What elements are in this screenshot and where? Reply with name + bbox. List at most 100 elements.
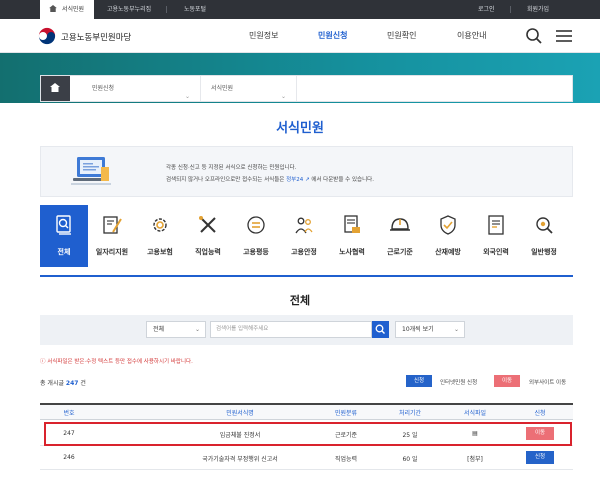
divider xyxy=(166,6,167,13)
gear-icon xyxy=(153,218,167,232)
notice-text: 검색되지 않거나 오프라인으로만 접수되는 서식들은 xyxy=(166,177,285,183)
category-label: 외국인력 xyxy=(483,248,509,256)
category-tab-labor-standards[interactable]: 근로기준 xyxy=(376,205,424,267)
menu-icon[interactable] xyxy=(555,27,573,45)
signup-link[interactable]: 회원가입 xyxy=(527,0,549,19)
selected-row-highlight xyxy=(44,422,572,446)
tab-label: 서식민원 xyxy=(62,6,85,13)
breadcrumb-dropdown-form-civil[interactable]: 서식민원 ⌄ xyxy=(201,76,297,101)
category-label: 전체 xyxy=(57,248,71,256)
nav-civil-apply[interactable]: 민원신청 xyxy=(318,30,347,41)
search-scope-select[interactable]: 전체 ⌄ xyxy=(146,321,206,338)
search-button[interactable] xyxy=(372,321,389,338)
pen-document-icon xyxy=(103,216,122,234)
category-tab-general-admin[interactable]: 일반행정 xyxy=(520,205,568,267)
column-header: 신청 xyxy=(534,410,546,417)
notice-text: 에서 다운받을 수 있습니다. xyxy=(311,177,374,183)
breadcrumb-label: 서식민원 xyxy=(211,85,234,92)
breadcrumb-label: 민원신청 xyxy=(92,85,115,92)
external-link-icon: ↗ xyxy=(304,177,310,183)
warning-icon: ⓘ xyxy=(40,359,46,365)
category-label: 근로기준 xyxy=(387,248,413,256)
equality-icon xyxy=(247,216,265,234)
contract-icon xyxy=(344,215,360,233)
category-label: 고용안정 xyxy=(291,248,317,256)
category-label: 일반행정 xyxy=(531,248,557,256)
category-tab-labor-relations[interactable]: 노사협력 xyxy=(328,205,376,267)
gov24-link[interactable]: 정부24 xyxy=(286,177,303,183)
search-document-icon xyxy=(56,215,71,235)
site-brand[interactable]: 고용노동부민원마당 xyxy=(61,31,131,43)
legend-apply-badge: 신청 xyxy=(406,375,432,387)
government-logo-icon[interactable] xyxy=(38,27,56,45)
category-tab-accident-prevention[interactable]: 산재예방 xyxy=(424,205,472,267)
home-icon xyxy=(49,5,57,12)
category-label: 노사협력 xyxy=(339,248,365,256)
tab-form-civil[interactable]: 서식민원 xyxy=(40,0,95,19)
page-size-select[interactable]: 10개씩 보기 ⌄ xyxy=(395,321,465,338)
search-input[interactable]: 검색어를 입력해주세요 xyxy=(210,321,372,338)
category-tab-employment-insurance[interactable]: 고용보험 xyxy=(136,205,184,267)
table-header: 번호 민원서식명 민원분류 처리기간 서식파일 신청 xyxy=(40,403,573,420)
nav-guide[interactable]: 이용안내 xyxy=(457,30,486,41)
search-icon xyxy=(375,324,385,334)
computer-document-illustration xyxy=(71,157,111,185)
section-title: 전체 xyxy=(289,294,311,307)
legend-move-text: 외부사이트 이동 xyxy=(529,380,567,386)
select-value: 전체 xyxy=(153,326,165,333)
login-link[interactable]: 로그인 xyxy=(478,0,495,19)
apply-button[interactable]: 신청 xyxy=(526,451,554,464)
form-file-attachment[interactable]: [첨부] xyxy=(455,454,495,463)
category-tabs: 전체 일자리지원 고용보험 직업능력 고용평등 고용안정 노사협력 근로기준 산… xyxy=(40,205,573,267)
column-header: 민원분류 xyxy=(334,410,358,417)
tab-moel-site[interactable]: 고용노동부누리집 xyxy=(107,0,151,19)
row-period: 60 일 xyxy=(402,456,418,463)
category-tab-job-support[interactable]: 일자리지원 xyxy=(88,205,136,267)
chevron-down-icon: ⌄ xyxy=(194,326,200,333)
column-header: 번호 xyxy=(63,410,75,417)
column-header: 서식파일 xyxy=(463,410,487,417)
count-label: 총 개시글 xyxy=(40,380,64,387)
notice-line-1: 각종 신청·신고 등 지정된 서식으로 신청하는 민원입니다. xyxy=(166,165,297,171)
category-label: 직업능력 xyxy=(195,248,221,256)
home-icon xyxy=(50,83,60,92)
breadcrumb-home-button[interactable] xyxy=(41,76,70,101)
category-label: 산재예방 xyxy=(435,248,461,256)
category-tab-stability[interactable]: 고용안정 xyxy=(280,205,328,267)
login-label: 로그인 xyxy=(478,6,495,13)
helmet-icon xyxy=(390,218,410,231)
foreign-document-icon xyxy=(488,215,504,235)
category-tab-all[interactable]: 전체 xyxy=(40,205,88,267)
category-tab-foreign-workforce[interactable]: 외국인력 xyxy=(472,205,520,267)
safety-icon xyxy=(440,215,456,235)
section-divider xyxy=(40,275,573,277)
category-label: 일자리지원 xyxy=(95,248,129,256)
signup-label: 회원가입 xyxy=(527,6,550,13)
row-number: 246 xyxy=(63,454,75,461)
breadcrumb-dropdown-civil-apply[interactable]: 민원신청 ⌄ xyxy=(82,76,201,101)
top-utility-bar: 서식민원 고용노동부누리집 노동포털 로그인 회원가입 xyxy=(0,0,600,19)
chevron-down-icon: ⌄ xyxy=(280,93,286,100)
category-label: 고용보험 xyxy=(147,248,173,256)
form-name-link[interactable]: 국가기술자격 부정행위 신고서 xyxy=(160,454,320,463)
tab-label: 고용노동부누리집 xyxy=(107,6,152,13)
count-value: 247 xyxy=(65,380,79,387)
chevron-down-icon: ⌄ xyxy=(184,93,190,100)
divider xyxy=(510,6,511,13)
select-value: 10개씩 보기 xyxy=(402,326,434,333)
category-label: 고용평등 xyxy=(243,248,269,256)
column-header: 처리기간 xyxy=(398,410,422,417)
legend-move-badge: 이동 xyxy=(494,375,520,387)
category-tab-vocational[interactable]: 직업능력 xyxy=(184,205,232,267)
tab-labor-portal[interactable]: 노동포털 xyxy=(184,0,206,19)
notice-line-2: 검색되지 않거나 오프라인으로만 접수되는 서식들은 정부24 ↗ 에서 다운받… xyxy=(166,175,374,183)
total-count: 총 개시글 247 건 xyxy=(40,378,86,387)
page-title: 서식민원 xyxy=(276,121,324,136)
column-header: 민원서식명 xyxy=(226,410,254,417)
category-tab-equality[interactable]: 고용평등 xyxy=(232,205,280,267)
nav-civil-info[interactable]: 민원정보 xyxy=(249,30,278,41)
nav-civil-check[interactable]: 민원확인 xyxy=(387,30,416,41)
row-category: 직업능력 xyxy=(334,456,358,463)
search-icon[interactable] xyxy=(525,27,543,45)
warning-text: 서식파일은 받은·수정 텍스트 등만 접수에 사용하시기 바랍니다. xyxy=(47,359,193,365)
